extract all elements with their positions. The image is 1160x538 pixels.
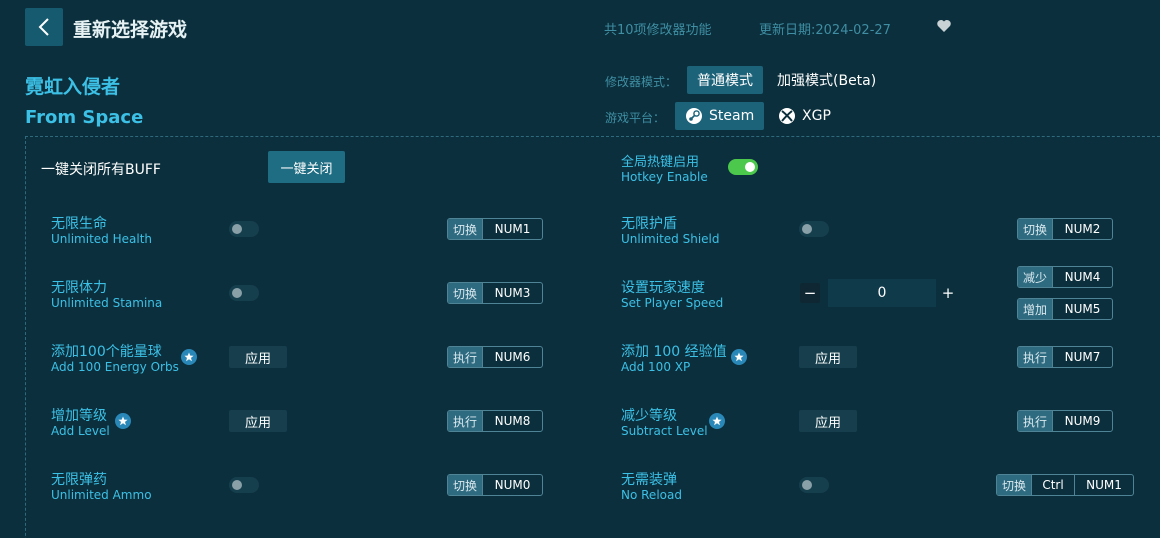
unlimited-stamina-hotkey[interactable]: 切换 NUM3 (447, 282, 544, 304)
hotkey-enable-toggle[interactable] (728, 159, 758, 175)
star-icon (181, 349, 197, 365)
unlimited-shield-label-en: Unlimited Shield (621, 232, 720, 246)
hotkey-key: NUM4 (1052, 267, 1112, 287)
steam-icon (686, 108, 702, 124)
mode-normal-label: 普通模式 (697, 73, 753, 89)
hotkey-key: NUM2 (1052, 219, 1112, 239)
speed-decrease-hotkey[interactable]: 减少 NUM4 (1017, 266, 1114, 288)
unlimited-ammo-hotkey[interactable]: 切换 NUM0 (447, 474, 544, 496)
hotkey-tag: 执行 (1018, 411, 1053, 431)
energy-orbs-hotkey[interactable]: 执行 NUM6 (447, 346, 544, 368)
mode-enhanced-label: 加强模式(Beta) (777, 73, 877, 89)
unlimited-health-hotkey[interactable]: 切换 NUM1 (447, 218, 544, 240)
unlimited-stamina-toggle[interactable] (229, 285, 259, 301)
xbox-icon (779, 108, 795, 124)
platform-steam-button[interactable]: Steam (675, 102, 765, 130)
game-title-en: From Space (25, 107, 144, 128)
hotkey-key: NUM8 (482, 411, 542, 431)
subtract-level-apply-button[interactable]: 应用 (799, 410, 857, 432)
update-date: 更新日期:2024-02-27 (759, 23, 891, 38)
add-level-label-en: Add Level (51, 424, 110, 438)
hotkey-key: NUM5 (1052, 299, 1112, 319)
hotkey-tag: 增加 (1018, 299, 1053, 319)
star-icon (731, 349, 747, 365)
speed-value-input[interactable]: 0 (828, 279, 936, 307)
unlimited-stamina-label-cn: 无限体力 (51, 280, 107, 296)
hotkey-key: NUM9 (1052, 411, 1112, 431)
add-level-apply-button[interactable]: 应用 (229, 410, 287, 432)
unlimited-shield-label-cn: 无限护盾 (621, 216, 677, 232)
add-level-hotkey[interactable]: 执行 NUM8 (447, 410, 544, 432)
page-title: 重新选择游戏 (73, 19, 188, 41)
player-speed-label-en: Set Player Speed (621, 296, 724, 310)
unlimited-health-label-cn: 无限生命 (51, 216, 107, 232)
star-icon (115, 413, 131, 429)
feature-count: 共10项修改器功能 (604, 23, 712, 38)
no-reload-label-en: No Reload (621, 488, 682, 502)
hotkey-key: NUM1 (1074, 475, 1133, 495)
hotkey-tag: 切换 (448, 283, 483, 303)
energy-orbs-apply-button[interactable]: 应用 (229, 346, 287, 368)
hotkey-tag: 减少 (1018, 267, 1053, 287)
unlimited-health-toggle[interactable] (229, 221, 259, 237)
back-button[interactable] (25, 8, 63, 46)
hotkey-key: NUM7 (1052, 347, 1112, 367)
unlimited-ammo-toggle[interactable] (229, 477, 259, 493)
energy-orbs-label-en: Add 100 Energy Orbs (51, 360, 179, 374)
platform-label: 游戏平台： (605, 111, 666, 125)
platform-xgp-button[interactable]: XGP (768, 102, 841, 130)
hotkey-tag: 切换 (448, 219, 483, 239)
close-all-buff-label: 一键关闭所有BUFF (41, 162, 161, 178)
hotkey-enable-label-en: Hotkey Enable (621, 170, 708, 184)
unlimited-ammo-label-cn: 无限弹药 (51, 472, 107, 488)
star-icon (709, 413, 725, 429)
unlimited-shield-toggle[interactable] (799, 221, 829, 237)
speed-decrease-button[interactable]: − (800, 283, 820, 303)
game-title-cn: 霓虹入侵者 (25, 76, 121, 98)
favorite-heart-icon[interactable] (936, 18, 952, 38)
unlimited-shield-hotkey[interactable]: 切换 NUM2 (1017, 218, 1114, 240)
subtract-level-label-en: Subtract Level (621, 424, 708, 438)
mode-enhanced-button[interactable]: 加强模式(Beta) (767, 66, 886, 94)
hotkey-tag: 执行 (448, 347, 483, 367)
add-level-label-cn: 增加等级 (51, 408, 107, 424)
chevron-left-icon (38, 18, 49, 36)
add-xp-label-cn: 添加 100 经验值 (621, 344, 727, 360)
no-reload-toggle[interactable] (799, 477, 829, 493)
hotkey-tag: 切换 (1018, 219, 1053, 239)
subtract-level-label-cn: 减少等级 (621, 408, 677, 424)
hotkey-tag: 切换 (448, 475, 483, 495)
platform-xgp-label: XGP (802, 108, 831, 124)
cheat-panel (25, 136, 1160, 538)
add-xp-label-en: Add 100 XP (621, 360, 691, 374)
mode-normal-button[interactable]: 普通模式 (687, 66, 763, 94)
unlimited-ammo-label-en: Unlimited Ammo (51, 488, 152, 502)
hotkey-key: NUM3 (482, 283, 542, 303)
hotkey-tag: 切换 (997, 475, 1032, 495)
mode-label: 修改器模式： (605, 75, 678, 89)
subtract-level-hotkey[interactable]: 执行 NUM9 (1017, 410, 1114, 432)
player-speed-label-cn: 设置玩家速度 (621, 280, 705, 296)
speed-increase-hotkey[interactable]: 增加 NUM5 (1017, 298, 1114, 320)
hotkey-key: NUM0 (482, 475, 542, 495)
hotkey-enable-label-cn: 全局热键启用 (621, 155, 700, 170)
add-xp-apply-button[interactable]: 应用 (799, 346, 857, 368)
unlimited-health-label-en: Unlimited Health (51, 232, 153, 246)
energy-orbs-label-cn: 添加100个能量球 (51, 344, 162, 360)
hotkey-tag: 执行 (448, 411, 483, 431)
speed-increase-button[interactable]: + (938, 283, 958, 303)
no-reload-hotkey[interactable]: 切换 Ctrl NUM1 (996, 474, 1135, 496)
hotkey-tag: 执行 (1018, 347, 1053, 367)
platform-steam-label: Steam (709, 108, 755, 124)
hotkey-key: NUM6 (482, 347, 542, 367)
close-all-button[interactable]: 一键关闭 (268, 151, 345, 183)
add-xp-hotkey[interactable]: 执行 NUM7 (1017, 346, 1114, 368)
no-reload-label-cn: 无需装弹 (621, 472, 677, 488)
hotkey-key-modifier: Ctrl (1031, 475, 1074, 495)
hotkey-key: NUM1 (482, 219, 542, 239)
unlimited-stamina-label-en: Unlimited Stamina (51, 296, 163, 310)
